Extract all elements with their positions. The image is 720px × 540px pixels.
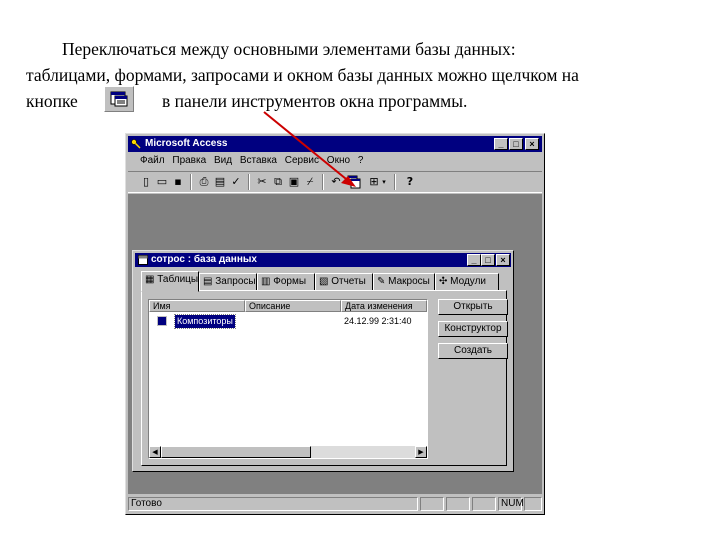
arrow-line xyxy=(263,111,352,184)
tab-label: Таблицы xyxy=(157,274,199,285)
tab-tables[interactable]: ▦ Таблицы xyxy=(141,271,199,292)
pointer-arrow xyxy=(263,111,356,187)
table-icon: ▦ xyxy=(145,274,155,285)
